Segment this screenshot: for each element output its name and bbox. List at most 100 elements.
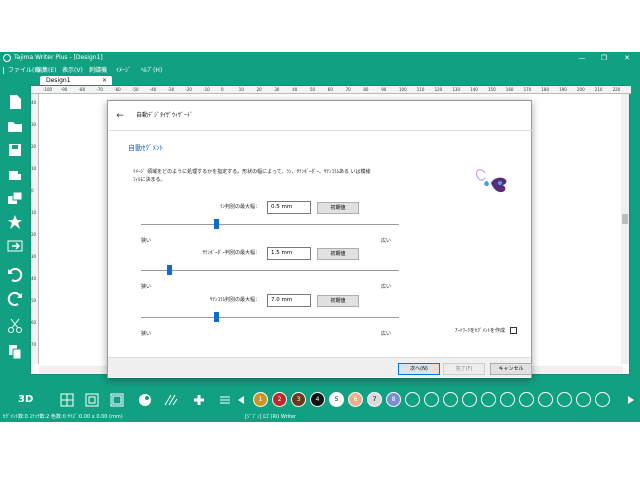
vertical-scroll-thumb[interactable] bbox=[622, 214, 628, 224]
status-bar: ｾｸﾞﾒﾝﾄ数:0 ｽﾃｯﾁ数:2 色数:0 ｻｲｽﾞ:0.00 x 0.00 … bbox=[0, 413, 640, 422]
slider-max-label: 広い bbox=[381, 284, 392, 290]
send-to-machine-icon[interactable] bbox=[7, 190, 23, 206]
wizard-icon[interactable] bbox=[7, 238, 23, 254]
width-value-input[interactable]: 7.0 mm bbox=[267, 294, 311, 307]
slider-min-label: 狭い bbox=[141, 238, 152, 244]
thread-color-5[interactable]: 5 bbox=[329, 392, 344, 407]
menu-help[interactable]: ﾍﾙﾌﾟ(H) bbox=[141, 65, 162, 76]
dialog-title: 自動ﾃﾞｼﾞﾀｲｻﾞｳｨｻﾞｰﾄﾞ bbox=[136, 112, 194, 119]
step-heading: 自動ｾｸﾞﾒﾝﾄ bbox=[128, 144, 163, 152]
open-folder-icon[interactable] bbox=[7, 118, 23, 134]
thread-slot-empty[interactable] bbox=[443, 392, 458, 407]
thread-slot-empty[interactable] bbox=[462, 392, 477, 407]
thread-slot-empty[interactable] bbox=[519, 392, 534, 407]
width-label: ﾗﾝ判別の最大幅： bbox=[219, 204, 260, 210]
hoop-icon[interactable] bbox=[110, 393, 124, 407]
save-icon[interactable] bbox=[7, 142, 23, 158]
ruler-tick-label: 200 bbox=[577, 87, 585, 92]
minimize-button[interactable]: — bbox=[574, 52, 590, 65]
machine-icon[interactable] bbox=[7, 166, 23, 182]
thread-scroll-left-icon[interactable] bbox=[236, 393, 246, 407]
menu-view[interactable]: 表示(V) bbox=[62, 65, 83, 76]
ruler-tick-label: 60 bbox=[31, 320, 37, 325]
width-slider-track[interactable] bbox=[141, 224, 399, 225]
window-title: Tajima Writer Plus - [Design1] bbox=[14, 54, 103, 61]
reset-default-button[interactable]: 初期値 bbox=[317, 248, 359, 260]
ruler-tick-label: 20 bbox=[256, 87, 262, 92]
width-value-input[interactable]: 0.5 mm bbox=[267, 201, 311, 214]
thread-slot-empty[interactable] bbox=[538, 392, 553, 407]
back-arrow-icon[interactable]: ← bbox=[114, 110, 126, 122]
thread-color-6[interactable]: 6 bbox=[348, 392, 363, 407]
thread-slot-empty[interactable] bbox=[500, 392, 515, 407]
thread-color-1[interactable]: 1 bbox=[253, 392, 268, 407]
thread-color-8[interactable]: 8 bbox=[386, 392, 401, 407]
width-slider-track[interactable] bbox=[141, 317, 399, 318]
ruler-tick-label: 10 bbox=[31, 166, 37, 171]
create-segment-checkbox[interactable] bbox=[510, 327, 517, 334]
tab-close-icon[interactable]: ✕ bbox=[102, 76, 107, 85]
thread-slot-empty[interactable] bbox=[481, 392, 496, 407]
thread-scroll-right-icon[interactable] bbox=[626, 393, 636, 407]
width-slider-thumb[interactable] bbox=[213, 312, 219, 322]
menu-image[interactable]: ｲﾒｰｼﾞ bbox=[116, 65, 131, 76]
ruler-tick-label: 10 bbox=[31, 210, 37, 215]
thread-slot-empty[interactable] bbox=[557, 392, 572, 407]
create-segment-label: ｱｰﾄﾜｰｸをｾｸﾞﾒﾝﾄを作成 bbox=[455, 328, 506, 334]
ruler-tick-label: -90 bbox=[60, 87, 68, 92]
stitch-icon[interactable] bbox=[164, 393, 178, 407]
width-value-input[interactable]: 1.5 mm bbox=[267, 247, 311, 260]
cancel-button[interactable]: キャンセル bbox=[490, 363, 532, 375]
menu-machine[interactable]: 刺繍機 bbox=[89, 65, 107, 76]
new-file-icon[interactable] bbox=[7, 94, 23, 110]
ruler-tick-label: 150 bbox=[488, 87, 496, 92]
menu-edit[interactable]: 編集(E) bbox=[36, 65, 56, 76]
maximize-button[interactable]: ❐ bbox=[596, 52, 612, 65]
ruler-tick-label: 130 bbox=[452, 87, 461, 92]
left-toolbar bbox=[0, 88, 30, 368]
tab-design1[interactable]: Design1 ✕ bbox=[40, 76, 112, 85]
thread-slot-empty[interactable] bbox=[576, 392, 591, 407]
list-icon[interactable] bbox=[218, 393, 232, 407]
star-icon[interactable] bbox=[7, 214, 23, 230]
vertical-scrollbar[interactable] bbox=[621, 94, 629, 364]
reset-default-button[interactable]: 初期値 bbox=[317, 202, 359, 214]
thread-slot-empty[interactable] bbox=[595, 392, 610, 407]
next-button[interactable]: 次へ(N) bbox=[398, 363, 440, 375]
undo-icon[interactable] bbox=[7, 266, 23, 282]
butterfly-logo-icon bbox=[475, 169, 507, 193]
frame-icon[interactable] bbox=[85, 393, 99, 407]
ruler-tick-label: 50 bbox=[310, 87, 316, 92]
ruler-tick-label: -60 bbox=[114, 87, 121, 92]
thread-color-2[interactable]: 2 bbox=[272, 392, 287, 407]
ruler-tick-label: -80 bbox=[78, 87, 86, 92]
copy-icon[interactable] bbox=[7, 344, 23, 360]
thread-slot-empty[interactable] bbox=[405, 392, 420, 407]
thread-slot-empty[interactable] bbox=[424, 392, 439, 407]
ruler-tick-label: 210 bbox=[594, 87, 603, 92]
ruler-tick-label: 40 bbox=[31, 276, 37, 281]
thread-color-7[interactable]: 7 bbox=[367, 392, 382, 407]
grid-icon[interactable] bbox=[60, 393, 74, 407]
width-slider-thumb[interactable] bbox=[213, 219, 219, 229]
cut-icon[interactable] bbox=[7, 318, 23, 334]
menu-divider bbox=[3, 67, 4, 74]
thread-color-3[interactable]: 3 bbox=[291, 392, 306, 407]
slider-min-label: 狭い bbox=[141, 284, 152, 290]
jump-icon[interactable] bbox=[192, 393, 206, 407]
ruler-tick-label: 20 bbox=[31, 144, 37, 149]
close-window-button[interactable]: ✕ bbox=[619, 52, 635, 65]
width-label: ｻﾃﾝﾎﾞｰﾀﾞｰ判別の最大幅： bbox=[202, 250, 260, 256]
ruler-tick-label: 100 bbox=[399, 87, 407, 92]
ruler-tick-label: 220 bbox=[612, 87, 621, 92]
finish-button[interactable]: 完了(F) bbox=[443, 363, 485, 375]
width-slider-thumb[interactable] bbox=[167, 265, 173, 275]
thread-color-4[interactable]: 4 bbox=[310, 392, 325, 407]
reset-default-button[interactable]: 初期値 bbox=[317, 295, 359, 307]
ruler-tick-label: 70 bbox=[345, 87, 351, 92]
redo-icon[interactable] bbox=[7, 290, 23, 306]
needle-point-icon[interactable] bbox=[138, 393, 152, 407]
width-slider-track[interactable] bbox=[141, 270, 399, 271]
view-3d-button[interactable]: 3D bbox=[18, 392, 33, 408]
menu-bar: ファイル(F) 編集(E) 表示(V) 刺繍機 ｲﾒｰｼﾞ ﾍﾙﾌﾟ(H) bbox=[0, 65, 640, 76]
